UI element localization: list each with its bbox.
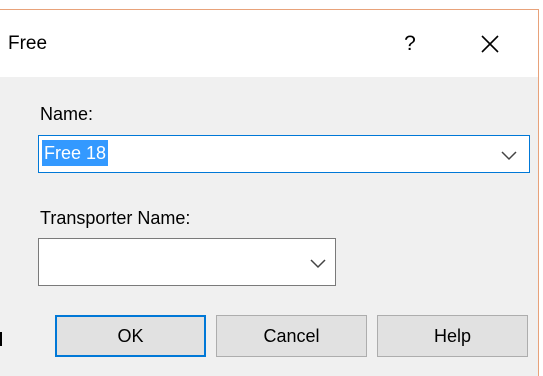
help-icon[interactable]: ? [399,30,421,58]
dialog-title: Free [8,33,48,54]
title-bar[interactable]: Free ? [0,10,538,77]
close-icon[interactable] [470,28,510,60]
close-x-icon [481,35,499,53]
name-combobox[interactable]: Free 18 [38,135,530,173]
partial-separator [0,332,2,346]
transporter-name-label: Transporter Name: [40,208,191,228]
chevron-down-icon[interactable] [501,151,517,161]
help-button[interactable]: Help [377,315,528,357]
ok-button[interactable]: OK [55,315,206,357]
cancel-button[interactable]: Cancel [216,315,367,357]
transporter-name-combobox[interactable] [38,238,336,286]
name-value[interactable]: Free 18 [42,140,109,166]
name-label: Name: [40,104,94,124]
chevron-down-icon[interactable] [310,259,326,269]
free-dialog: Free ? Name: Free 18 Transporter Name: O… [0,9,539,376]
